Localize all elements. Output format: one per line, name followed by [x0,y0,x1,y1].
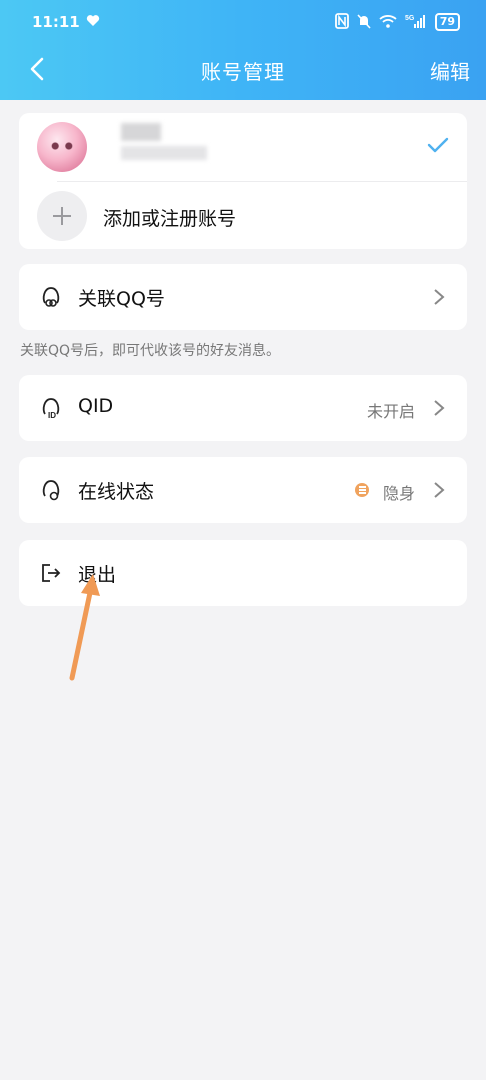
online-status-label: 在线状态 [78,481,155,503]
chevron-left-icon [30,57,44,81]
check-icon [427,137,449,153]
avatar [37,122,87,172]
network-label: 5G [405,15,415,22]
wifi-icon [379,14,397,31]
nfc-icon [334,12,349,32]
edit-button[interactable]: 编辑 [430,56,470,85]
mute-bell-icon [357,13,371,32]
status-bar: 11:11 5G 79 [0,0,486,44]
online-status-row[interactable]: 在线状态 隐身 [19,457,467,523]
accounts-card: 添加或注册账号 [19,113,467,249]
svg-text:ID: ID [48,411,56,420]
current-account-row[interactable] [19,113,467,181]
add-account-row[interactable]: 添加或注册账号 [19,181,467,249]
header: 11:11 5G 79 账号管理 编辑 [0,0,486,100]
heart-icon [86,13,100,31]
navbar: 账号管理 编辑 [0,44,486,96]
qid-value: 未开启 [366,402,415,421]
add-account-label: 添加或注册账号 [103,208,237,230]
qid-label: QID [78,395,114,417]
blurred-nickname [121,123,161,141]
chevron-right-icon [434,482,445,498]
plus-icon [53,207,71,225]
link-qq-row[interactable]: 关联QQ号 [19,264,467,330]
invisible-status-icon [355,483,369,497]
online-status-value: 隐身 [382,484,415,503]
signal-icon: 5G [405,13,427,32]
link-qq-hint: 关联QQ号后，即可代收该号的好友消息。 [20,343,281,359]
blurred-account-id [121,146,207,160]
link-qq-label: 关联QQ号 [78,288,165,310]
back-button[interactable] [20,52,54,86]
qid-icon: ID [42,398,60,420]
page-title: 账号管理 [201,59,285,84]
status-time: 11:11 [32,13,80,31]
add-account-button[interactable] [37,191,87,241]
annotation-arrow [69,574,100,681]
chevron-right-icon [434,400,445,416]
battery-indicator: 79 [434,13,460,31]
chevron-right-icon [434,289,445,305]
online-status-icon [42,480,60,501]
link-qq-icon [42,287,60,307]
qid-row[interactable]: ID QID 未开启 [19,375,467,441]
